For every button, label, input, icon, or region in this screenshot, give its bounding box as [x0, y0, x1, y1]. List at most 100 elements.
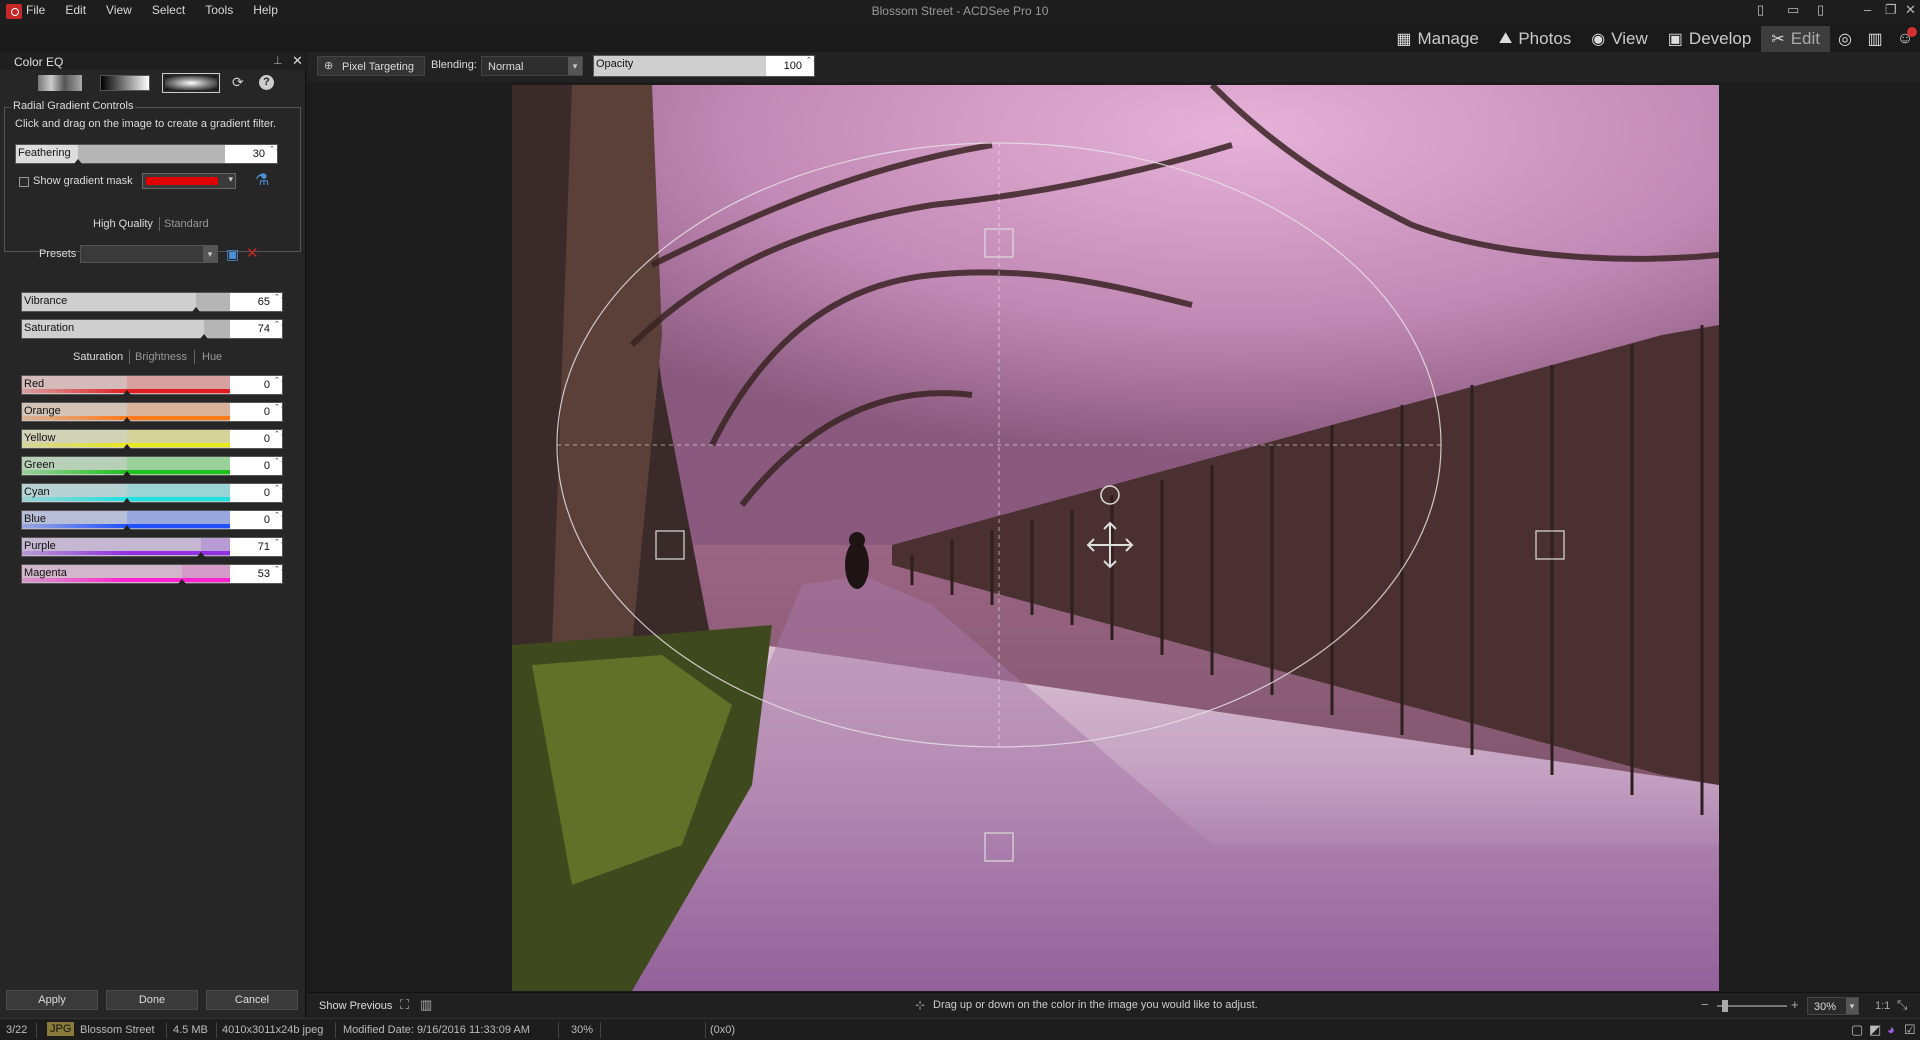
delete-preset-icon[interactable]: ✕	[246, 244, 259, 262]
mode-develop[interactable]: ▣ Develop	[1658, 26, 1762, 52]
divider	[36, 1022, 37, 1038]
saturation-value[interactable]: 74	[230, 320, 282, 338]
opacity-slider[interactable]: Opacity 100	[593, 55, 815, 77]
vibrance-slider[interactable]: Vibrance 65	[21, 292, 283, 312]
color-picker-dropper-icon[interactable]: ⚗	[255, 170, 269, 190]
fullscreen-icon[interactable]: ⛶	[400, 997, 409, 1013]
fit-icon[interactable]: ⤡	[1897, 997, 1907, 1013]
actual-size-button[interactable]: 1:1	[1875, 1000, 1890, 1012]
close-panel-icon[interactable]: ✕	[292, 53, 303, 69]
cyan-value[interactable]: 0	[230, 484, 282, 502]
develop-icon: ▣	[1667, 31, 1683, 48]
view-mode-icon[interactable]: ▢	[1851, 1022, 1863, 1038]
help-icon[interactable]: ?	[259, 75, 274, 90]
cancel-button[interactable]: Cancel	[206, 990, 298, 1010]
yellow-value[interactable]: 0	[230, 430, 282, 448]
histogram-icon[interactable]: ▥	[420, 997, 432, 1013]
vibrance-value[interactable]: 65	[230, 293, 282, 311]
slider-thumb[interactable]	[74, 159, 82, 164]
zoom-in-icon[interactable]: +	[1791, 997, 1799, 1012]
divider	[558, 1022, 559, 1038]
zoom-dropdown[interactable]: 30% ▾	[1807, 997, 1859, 1015]
restore-icon[interactable]: ❐	[1885, 2, 1897, 18]
save-preset-icon[interactable]: ▣	[226, 246, 239, 263]
layout-bottom-icon[interactable]: ▭	[1787, 2, 1799, 18]
slider-thumb[interactable]	[123, 444, 131, 449]
orange-value[interactable]: 0	[230, 403, 282, 421]
layout-right-icon[interactable]: ▯	[1817, 2, 1824, 18]
feathering-slider[interactable]: Feathering 30	[15, 144, 278, 164]
show-previous-button[interactable]: Show Previous	[319, 1000, 392, 1012]
feathering-value[interactable]: 30	[225, 145, 277, 163]
slider-thumb[interactable]	[178, 579, 186, 584]
slider-label: Orange	[24, 405, 61, 417]
slider-thumb[interactable]	[123, 390, 131, 395]
blue-value[interactable]: 0	[230, 511, 282, 529]
notifications-icon[interactable]: ☺	[1890, 26, 1920, 52]
slider-thumb[interactable]	[123, 525, 131, 530]
slider-thumb[interactable]	[123, 498, 131, 503]
blending-dropdown[interactable]: Normal ▾	[481, 56, 583, 76]
green-slider[interactable]: Green 0	[21, 456, 283, 476]
mode-edit[interactable]: ✂ Edit	[1761, 26, 1830, 52]
orange-slider[interactable]: Orange 0	[21, 402, 283, 422]
slider-thumb[interactable]	[123, 471, 131, 476]
presets-dropdown[interactable]: ▾	[80, 245, 218, 263]
panel-title: Color EQ	[14, 55, 64, 69]
slider-label: Vibrance	[24, 295, 68, 307]
close-window-icon[interactable]: ✕	[1905, 2, 1916, 18]
magenta-value[interactable]: 53	[230, 565, 282, 583]
mode-photos[interactable]: ⛰ Photos	[1489, 26, 1581, 52]
magenta-slider[interactable]: Magenta 53	[21, 564, 283, 584]
slider-thumb[interactable]	[192, 307, 200, 312]
slider-thumb[interactable]	[123, 417, 131, 422]
status-bar: Show Previous ⛶ ▥ ⊹ Drag up or down on t…	[307, 992, 1920, 1018]
cyan-slider[interactable]: Cyan 0	[21, 483, 283, 503]
compare-icon[interactable]: ◩	[1869, 1022, 1881, 1038]
divider	[159, 217, 160, 231]
layout-left-icon[interactable]: ▯	[1757, 2, 1764, 18]
slider-thumb[interactable]	[200, 334, 208, 339]
linear-gradient-icon[interactable]	[38, 75, 82, 91]
blending-value: Normal	[488, 61, 524, 73]
apply-button[interactable]: Apply	[6, 990, 98, 1010]
slider-thumb[interactable]	[197, 552, 205, 557]
mode-manage[interactable]: ▦ Manage	[1386, 26, 1489, 52]
purple-value[interactable]: 71	[230, 538, 282, 556]
done-button[interactable]: Done	[106, 990, 198, 1010]
pin-icon[interactable]: ⊥	[273, 54, 283, 67]
reset-icon[interactable]: ⟳	[232, 74, 244, 91]
gradient-icon[interactable]	[100, 75, 150, 91]
radial-gradient-icon[interactable]	[162, 73, 220, 93]
high-quality-option[interactable]: High Quality	[93, 218, 153, 230]
standard-option[interactable]: Standard	[164, 218, 209, 230]
yellow-slider[interactable]: Yellow 0	[21, 429, 283, 449]
blue-slider[interactable]: Blue 0	[21, 510, 283, 530]
green-value[interactable]: 0	[230, 457, 282, 475]
zoom-out-icon[interactable]: −	[1701, 997, 1709, 1012]
photo-blossom-street[interactable]	[512, 85, 1719, 991]
purple-slider[interactable]: Purple 71	[21, 537, 283, 557]
dashboard-icon[interactable]: ▥	[1860, 26, 1890, 52]
check-icon[interactable]: ☑	[1904, 1022, 1916, 1038]
slider-label: Opacity	[596, 58, 634, 70]
show-mask-checkbox[interactable]	[19, 177, 29, 187]
zoom-slider-thumb[interactable]	[1722, 1000, 1728, 1012]
tab-saturation[interactable]: Saturation	[73, 351, 123, 363]
format-badge: JPG	[47, 1022, 75, 1036]
opacity-value[interactable]: 100	[766, 56, 814, 76]
mask-color-picker[interactable]: ▾	[142, 173, 236, 189]
pixel-targeting-button[interactable]: ⊕ Pixel Targeting	[317, 56, 425, 76]
minimize-icon[interactable]: –	[1864, 2, 1871, 17]
slider-label: Saturation	[24, 322, 75, 334]
saturation-slider[interactable]: Saturation 74	[21, 319, 283, 339]
mode-bar: ▦ Manage ⛰ Photos ◉ View ▣ Develop ✂ Edit ◎ ▥…	[1386, 24, 1920, 54]
tab-hue[interactable]: Hue	[202, 351, 222, 363]
mode-view[interactable]: ◉ View	[1581, 26, 1658, 52]
red-slider[interactable]: Red 0	[21, 375, 283, 395]
365-icon[interactable]: ◎	[1830, 26, 1860, 52]
color-mode-icon[interactable]: ◕	[1887, 1022, 1895, 1037]
red-value[interactable]: 0	[230, 376, 282, 394]
tab-brightness[interactable]: Brightness	[135, 351, 187, 363]
mode-label: View	[1611, 29, 1648, 48]
